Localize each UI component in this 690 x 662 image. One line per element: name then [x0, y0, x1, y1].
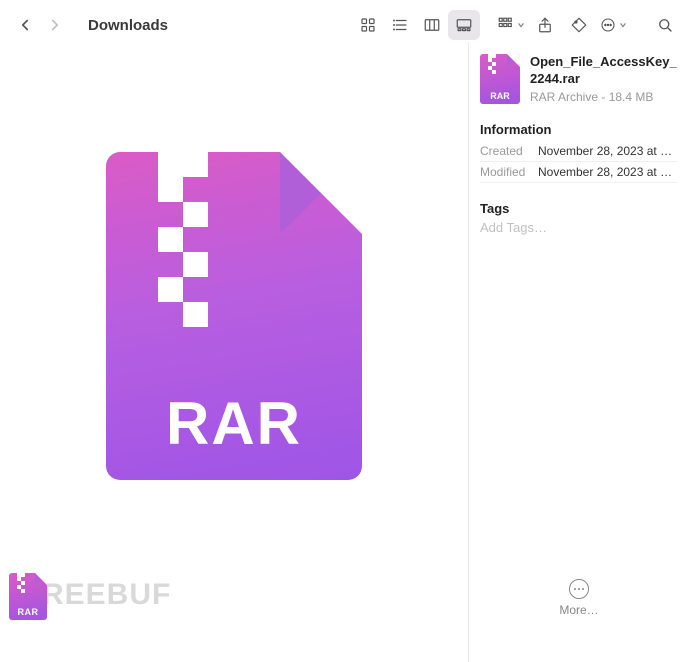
- view-gallery-button[interactable]: [448, 10, 480, 40]
- share-button[interactable]: [528, 10, 562, 40]
- back-button[interactable]: [10, 10, 40, 40]
- info-label-created: Created: [480, 144, 530, 158]
- panel-icon-label: RAR: [480, 91, 520, 101]
- more-actions-button[interactable]: [596, 10, 630, 40]
- panel-header: RAR Open_File_AccessKey_2244.rar RAR Arc…: [480, 54, 678, 104]
- view-columns-button[interactable]: [416, 10, 448, 40]
- more-label[interactable]: More…: [480, 603, 678, 617]
- location-title: Downloads: [88, 17, 168, 34]
- file-meta: RAR Archive - 18.4 MB: [530, 90, 678, 104]
- view-icons-button[interactable]: [352, 10, 384, 40]
- tags-section: Tags Add Tags…: [480, 201, 678, 235]
- action-group: [494, 10, 630, 40]
- group-by-button[interactable]: [494, 10, 528, 40]
- info-value-created: November 28, 2023 at 9:16 AM: [538, 144, 678, 158]
- info-label-modified: Modified: [480, 165, 530, 179]
- tags-section-title: Tags: [480, 201, 678, 216]
- search-button[interactable]: [650, 10, 680, 40]
- gallery-thumbnail[interactable]: RAR: [9, 573, 47, 620]
- panel-footer: More…: [480, 579, 678, 647]
- file-size: 18.4 MB: [609, 90, 654, 104]
- nav-group: [10, 10, 70, 40]
- panel-title-block: Open_File_AccessKey_2244.rar RAR Archive…: [530, 54, 678, 104]
- info-row-modified: Modified November 28, 2023 at 9:16 AM: [480, 162, 678, 183]
- thumb-icon-label: RAR: [9, 607, 47, 617]
- info-panel: RAR Open_File_AccessKey_2244.rar RAR Arc…: [468, 42, 690, 647]
- file-name: Open_File_AccessKey_2244.rar: [530, 54, 678, 88]
- panel-file-icon: RAR: [480, 54, 520, 104]
- more-button[interactable]: [569, 579, 589, 599]
- file-icon-label: RAR: [106, 389, 362, 458]
- forward-button[interactable]: [40, 10, 70, 40]
- vertical-divider: [468, 42, 469, 662]
- view-list-button[interactable]: [384, 10, 416, 40]
- tags-input[interactable]: Add Tags…: [480, 220, 678, 235]
- tags-button[interactable]: [562, 10, 596, 40]
- info-row-created: Created November 28, 2023 at 9:16 AM: [480, 141, 678, 162]
- view-mode-group: [352, 10, 480, 40]
- file-kind: RAR Archive: [530, 90, 598, 104]
- gallery-preview[interactable]: RAR: [0, 42, 468, 647]
- watermark-text: REEBUF: [42, 578, 171, 612]
- rar-file-icon: RAR: [106, 152, 362, 480]
- info-value-modified: November 28, 2023 at 9:16 AM: [538, 165, 678, 179]
- info-section-title: Information: [480, 122, 678, 137]
